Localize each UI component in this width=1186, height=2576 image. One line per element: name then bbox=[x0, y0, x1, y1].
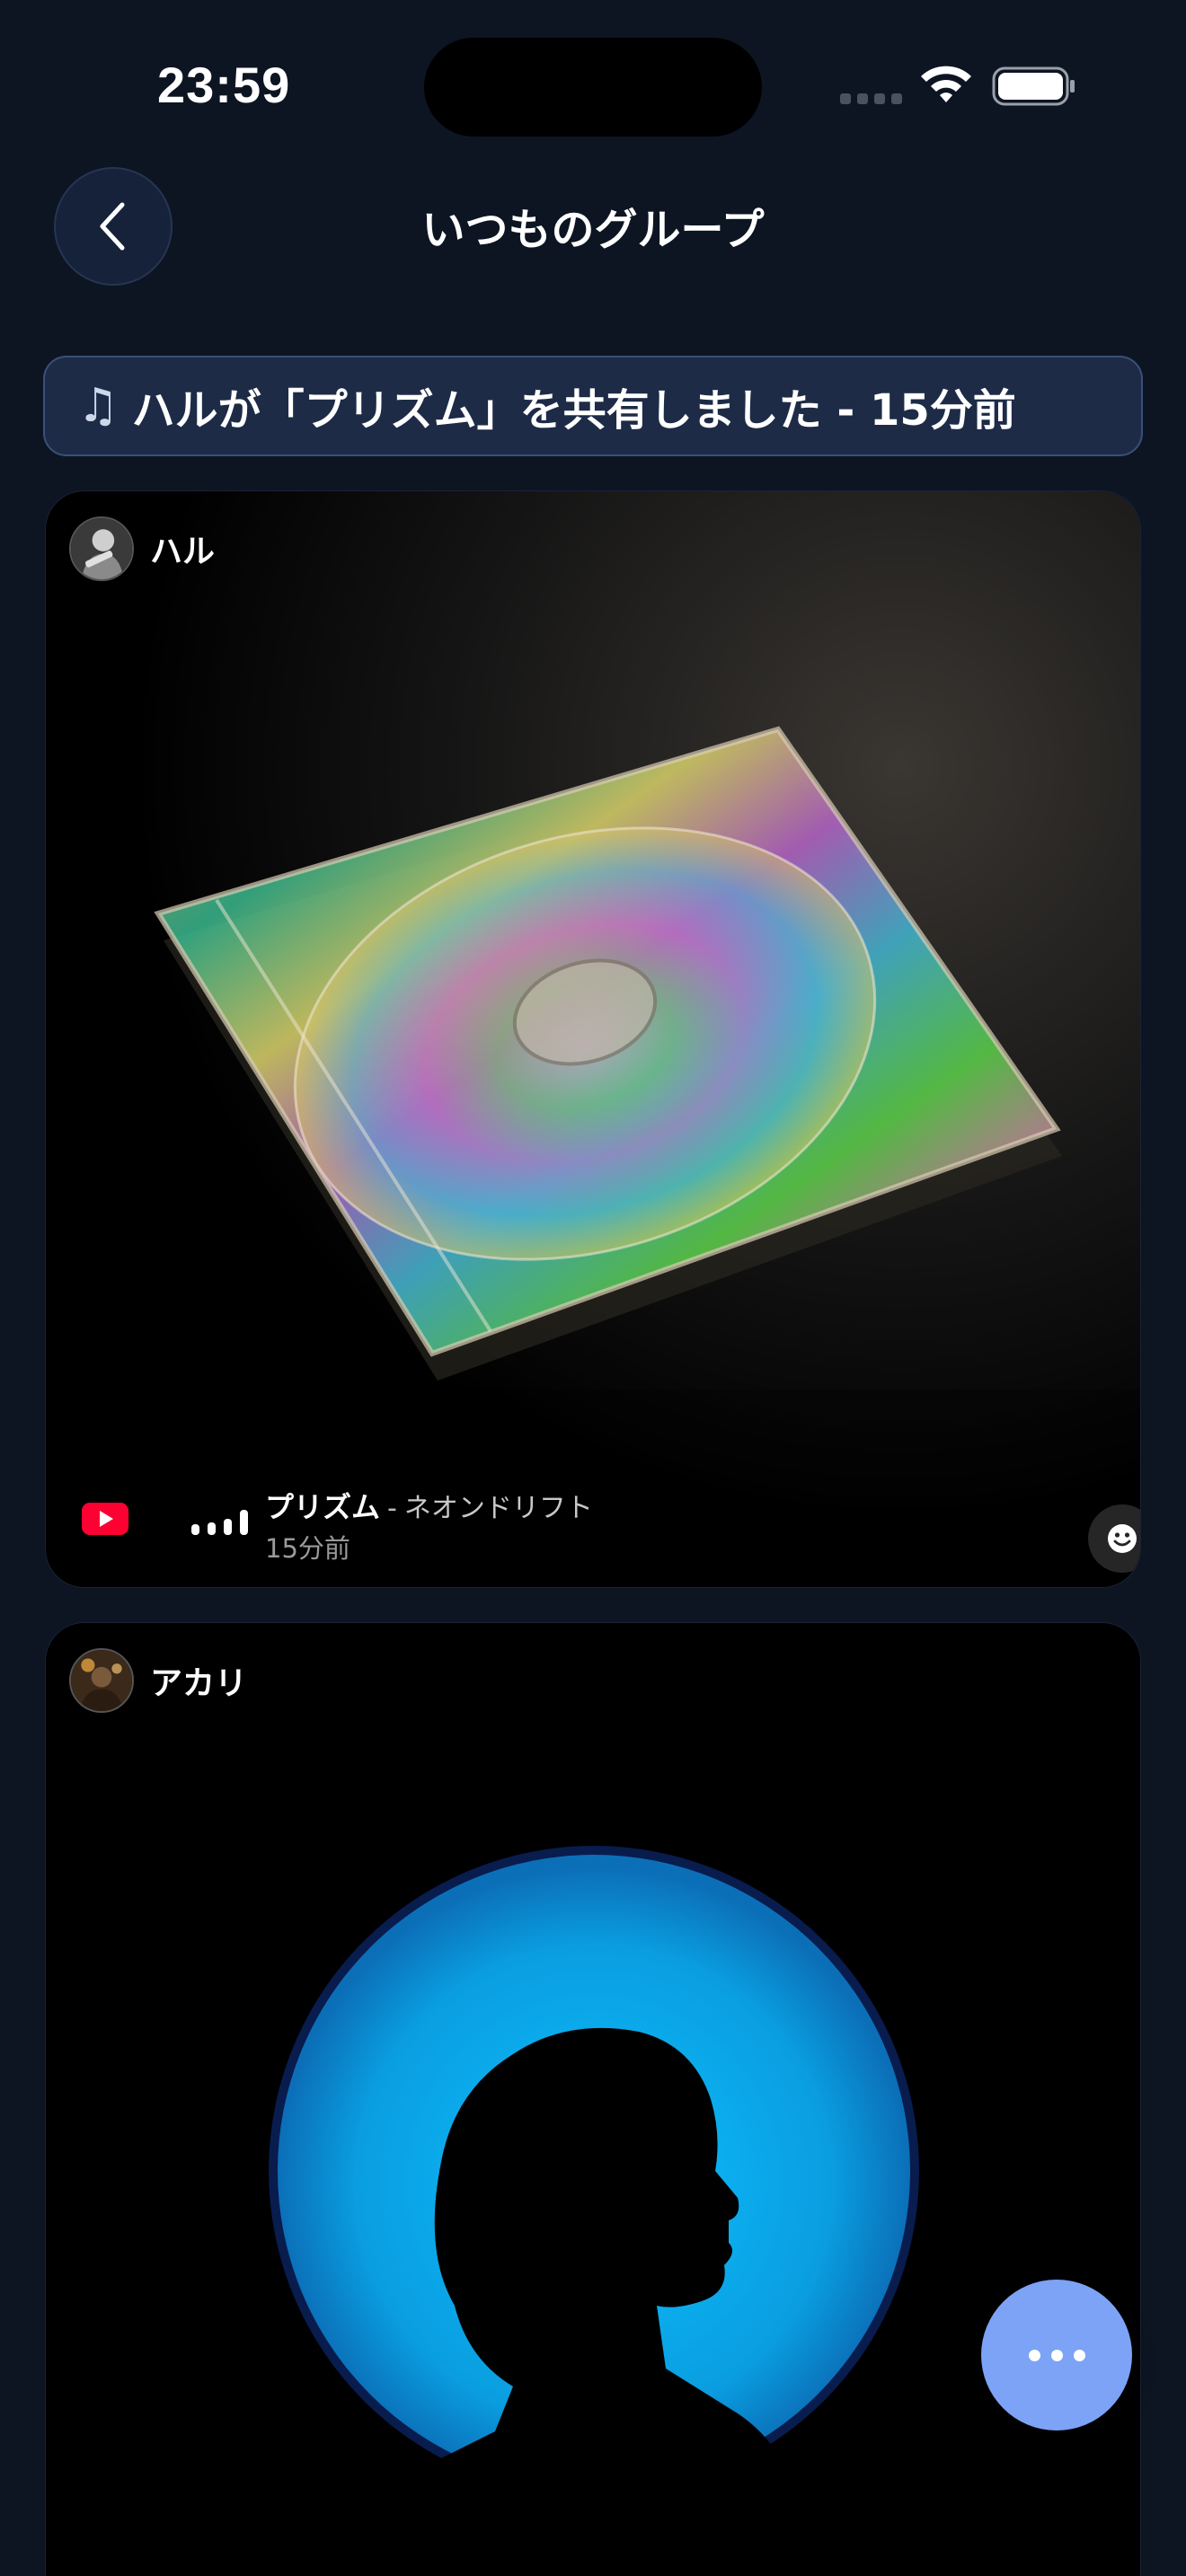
post-header[interactable]: ハル bbox=[69, 516, 215, 581]
post-header[interactable]: アカリ bbox=[69, 1648, 247, 1713]
track-title-line: プリズム - ネオンドリフト bbox=[265, 1485, 593, 1526]
user-name: アカリ bbox=[150, 1665, 248, 1702]
user-name: ハル bbox=[150, 534, 216, 570]
track-separator: - bbox=[387, 1493, 397, 1524]
cellular-signal-icon bbox=[840, 93, 902, 104]
equalizer-icon bbox=[191, 1510, 248, 1535]
more-dot bbox=[1073, 2349, 1085, 2361]
post-card[interactable]: ハル プリズム - ネオンドリフト 15分前 bbox=[45, 490, 1141, 1588]
share-notification-banner[interactable]: ♫ ハルが「プリズム」を共有しました - 15分前 bbox=[43, 356, 1143, 456]
track-artist: ネオンドリフト bbox=[403, 1493, 593, 1524]
wifi-icon bbox=[921, 66, 971, 102]
track-title: プリズム bbox=[265, 1490, 381, 1524]
more-dot bbox=[1028, 2349, 1040, 2361]
youtube-icon bbox=[82, 1503, 128, 1535]
avatar[interactable] bbox=[69, 1648, 134, 1713]
battery-icon bbox=[992, 66, 1075, 106]
dynamic-island bbox=[424, 38, 762, 137]
banner-text: ハルが「プリズム」を共有しました - 15分前 bbox=[131, 385, 1016, 436]
status-time: 23:59 bbox=[157, 57, 291, 113]
post-time: 15分前 bbox=[265, 1533, 350, 1564]
reaction-button[interactable] bbox=[1088, 1504, 1140, 1573]
avatar[interactable] bbox=[69, 516, 134, 581]
page-title: いつものグループ bbox=[421, 205, 765, 255]
status-bar: 23:59 bbox=[0, 0, 1186, 171]
more-options-fab[interactable] bbox=[981, 2280, 1132, 2430]
smiley-icon bbox=[1108, 1524, 1137, 1553]
track-info[interactable]: プリズム - ネオンドリフト 15分前 bbox=[82, 1485, 1140, 1573]
more-dot bbox=[1050, 2349, 1063, 2361]
post-image-silhouette bbox=[46, 1623, 1140, 2576]
music-note-icon: ♫ bbox=[77, 379, 119, 433]
post-card[interactable]: アカリ bbox=[45, 1622, 1141, 2576]
post-image-cd-case bbox=[46, 491, 1140, 1587]
